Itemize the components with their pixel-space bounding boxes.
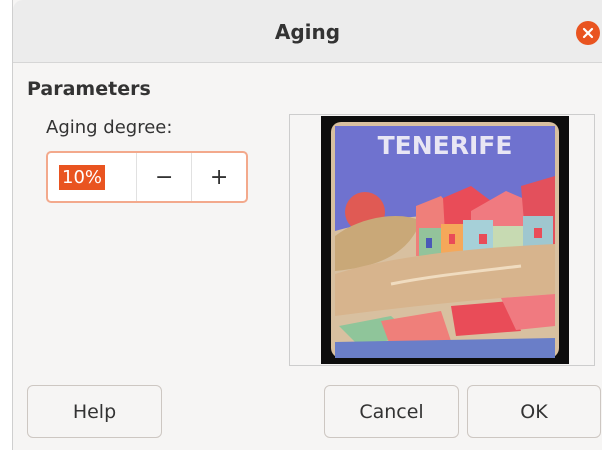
dialog-title: Aging <box>274 20 341 44</box>
tile-text: TENERIFE <box>378 131 513 160</box>
aging-degree-label: Aging degree: <box>46 117 173 138</box>
title-bar: Aging <box>13 0 602 63</box>
aging-dialog: Aging Parameters Aging degree: 10% − + T… <box>12 0 602 450</box>
help-button[interactable]: Help <box>27 385 162 438</box>
aging-degree-input[interactable]: 10% <box>48 153 136 201</box>
tile-image: TENERIFE <box>321 116 569 364</box>
preview-image: TENERIFE <box>321 116 569 364</box>
increment-button[interactable]: + <box>191 153 246 201</box>
ok-button[interactable]: OK <box>467 385 601 438</box>
decrement-button[interactable]: − <box>136 153 191 201</box>
close-icon <box>582 27 594 39</box>
aging-degree-value[interactable]: 10% <box>59 164 106 190</box>
section-title-parameters: Parameters <box>27 78 151 100</box>
close-button[interactable] <box>576 21 600 45</box>
aging-degree-spinbox[interactable]: 10% − + <box>46 151 248 203</box>
preview-frame: TENERIFE <box>289 114 595 366</box>
cancel-button[interactable]: Cancel <box>324 385 459 438</box>
